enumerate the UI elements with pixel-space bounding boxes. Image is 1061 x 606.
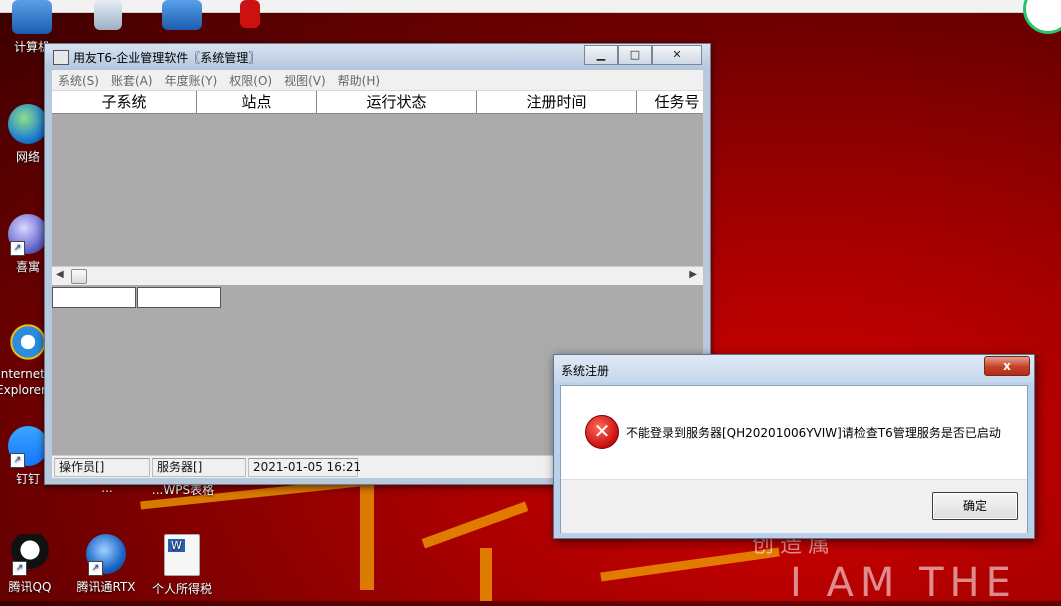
column-header-subsystem[interactable]: 子系统: [52, 91, 197, 113]
window-titlebar[interactable]: 用友T6-企业管理软件〖系统管理〗 ▁ □ ✕: [45, 44, 710, 70]
desktop-icon-recycle[interactable]: [76, 0, 140, 34]
shortcut-arrow-icon: ↗: [10, 241, 25, 256]
grid-body[interactable]: [52, 114, 703, 266]
word-document-icon: W: [164, 534, 200, 576]
dialog-title: 系统注册: [561, 364, 610, 378]
system-register-dialog: 系统注册 x ✕ 不能登录到服务器[QH20201006YVIW]请检查T6管理…: [553, 354, 1035, 539]
rtx-icon: ↗: [86, 534, 126, 576]
desktop-icon-rtx[interactable]: ↗ 腾讯通RTX: [74, 534, 138, 595]
scroll-left-arrow-icon[interactable]: ◀: [56, 269, 64, 280]
secondary-grid-row: [52, 287, 703, 308]
column-header-site[interactable]: 站点: [197, 91, 317, 113]
dialog-message: 不能登录到服务器[QH20201006YVIW]请检查T6管理服务是否已启动: [626, 426, 1001, 440]
network-icon: [8, 104, 48, 144]
shortcut-arrow-icon: ↗: [88, 561, 103, 576]
dialog-close-button[interactable]: x: [984, 356, 1030, 376]
grid-cell[interactable]: [137, 287, 221, 308]
status-datetime: 2021-01-05 16:21: [248, 457, 361, 477]
network-drive-icon: [162, 0, 202, 30]
scroll-thumb[interactable]: [71, 269, 87, 284]
qq-icon: ↗: [10, 534, 50, 576]
menu-view[interactable]: 视图(V): [278, 72, 332, 89]
dingtalk-icon: ↗: [8, 426, 48, 468]
wallpaper-stroke: [480, 548, 492, 601]
desktop-icon-tax[interactable]: W 个人所得税: [150, 534, 214, 597]
menu-account[interactable]: 账套(A): [105, 72, 159, 89]
status-operator: 操作员[]: [54, 457, 150, 477]
maximize-button[interactable]: □: [618, 45, 652, 65]
shortcut-arrow-icon: ↗: [12, 561, 27, 576]
wallpaper-stroke: [421, 501, 529, 549]
menu-annual-account[interactable]: 年度账(Y): [159, 72, 224, 89]
recycle-bin-icon: [94, 0, 122, 30]
column-header-task-number[interactable]: 任务号: [637, 91, 703, 113]
error-icon: ✕: [585, 415, 619, 449]
ok-button[interactable]: 确定: [932, 492, 1018, 520]
minimize-button[interactable]: ▁: [584, 45, 618, 65]
wallpaper-text: I AM THE: [790, 560, 1017, 606]
close-button[interactable]: ✕: [652, 45, 702, 65]
dialog-titlebar[interactable]: 系统注册 x: [554, 355, 1034, 383]
scroll-right-arrow-icon[interactable]: ▶: [689, 269, 697, 280]
status-server: 服务器[]: [152, 457, 246, 477]
corner-badge: [1023, 0, 1061, 34]
grid-header: 子系统 站点 运行状态 注册时间 任务号: [52, 91, 703, 114]
menu-bar: 系统(S) 账套(A) 年度账(Y) 权限(O) 视图(V) 帮助(H): [52, 70, 703, 91]
desktop-icon-qq[interactable]: ↗ 腾讯QQ: [0, 534, 62, 595]
column-header-register-time[interactable]: 注册时间: [477, 91, 637, 113]
wallpaper-stroke: [360, 470, 374, 590]
menu-system[interactable]: 系统(S): [52, 72, 105, 89]
grid-cell[interactable]: [52, 287, 136, 308]
desktop-icon-app[interactable]: [218, 0, 282, 32]
computer-icon: [12, 0, 52, 34]
shortcut-arrow-icon: ↗: [10, 453, 25, 468]
horizontal-scrollbar[interactable]: ◀ ▶: [52, 266, 703, 285]
app-icon: ↗: [8, 214, 48, 256]
window-title: 用友T6-企业管理软件〖系统管理〗: [73, 51, 261, 65]
window-controls: ▁ □ ✕: [584, 45, 702, 65]
dialog-button-area: 确定: [561, 479, 1027, 533]
column-header-run-status[interactable]: 运行状态: [317, 91, 477, 113]
dialog-message-area: ✕ 不能登录到服务器[QH20201006YVIW]请检查T6管理服务是否已启动: [561, 386, 1027, 479]
desktop-icon-network-drive[interactable]: [150, 0, 214, 34]
menu-help[interactable]: 帮助(H): [332, 72, 386, 89]
app-window-icon: [53, 50, 69, 65]
app-icon: [240, 0, 260, 28]
menu-permission[interactable]: 权限(O): [223, 72, 278, 89]
dialog-body: ✕ 不能登录到服务器[QH20201006YVIW]请检查T6管理服务是否已启动…: [560, 385, 1028, 533]
ie-icon: [8, 322, 48, 362]
